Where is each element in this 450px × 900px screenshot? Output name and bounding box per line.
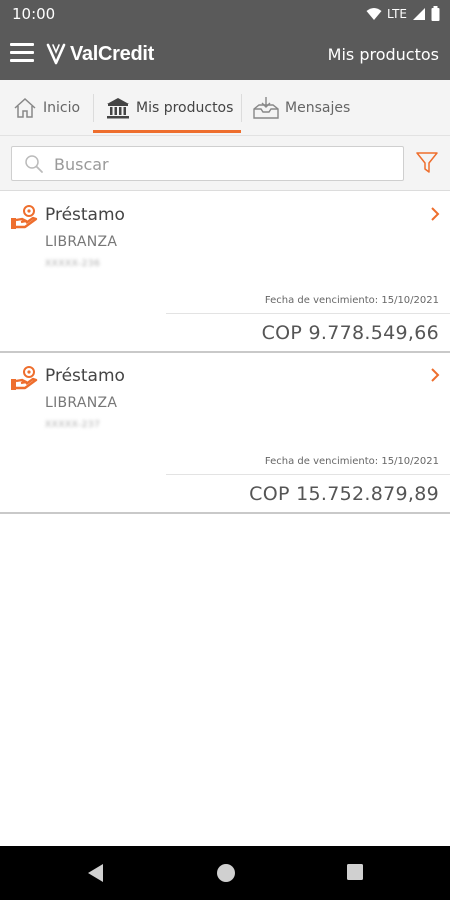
search-icon (25, 155, 43, 173)
inbox-icon (253, 97, 279, 119)
search-row (0, 136, 450, 191)
tab-bar: Inicio Mis productos Mensajes (0, 80, 450, 136)
tab-inicio[interactable]: Inicio (13, 80, 80, 136)
recents-icon[interactable] (346, 863, 364, 881)
menu-button[interactable] (10, 43, 36, 67)
card-divider (166, 313, 450, 314)
tab-mensajes-label: Mensajes (285, 100, 351, 116)
product-card[interactable]: Préstamo LIBRANZA XXXXX-236 Fecha de ven… (0, 192, 450, 353)
signal-icon (413, 7, 425, 20)
product-amount: COP 9.778.549,66 (261, 322, 439, 344)
filter-icon[interactable] (416, 152, 438, 174)
product-account-number: XXXXX-237 (45, 420, 101, 430)
bank-icon (107, 98, 129, 119)
product-title: Préstamo (45, 366, 125, 386)
product-subtitle: LIBRANZA (45, 234, 118, 250)
card-divider (166, 474, 450, 475)
system-nav-bar (0, 846, 450, 900)
chevron-right-icon (431, 207, 440, 221)
tab-inicio-label: Inicio (43, 100, 81, 116)
tab-mensajes[interactable]: Mensajes (253, 80, 350, 136)
due-date: Fecha de vencimiento: 15/10/2021 (264, 295, 439, 306)
valcredit-logo-icon (46, 43, 66, 65)
network-type: LTE (387, 6, 407, 21)
tab-mis-productos[interactable]: Mis productos (106, 80, 233, 136)
wifi-icon (366, 7, 382, 20)
page-title: Mis productos (327, 45, 439, 64)
home-icon (14, 97, 36, 118)
due-date: Fecha de vencimiento: 15/10/2021 (264, 456, 439, 467)
active-tab-indicator (93, 130, 241, 133)
chevron-right-icon (431, 368, 440, 382)
search-input[interactable] (54, 150, 394, 178)
status-time: 10:00 (12, 5, 56, 23)
brand-name: ValCredit (70, 42, 154, 65)
search-box (11, 146, 404, 181)
app-bar: ValCredit Mis productos (0, 30, 450, 80)
product-card[interactable]: Préstamo LIBRANZA XXXXX-237 Fecha de ven… (0, 353, 450, 514)
product-title: Préstamo (45, 205, 125, 225)
product-account-number: XXXXX-236 (45, 259, 101, 269)
tab-divider (241, 94, 242, 122)
product-subtitle: LIBRANZA (45, 395, 118, 411)
hamburger-icon (10, 43, 34, 46)
loan-icon (11, 205, 38, 229)
back-icon[interactable] (87, 863, 105, 883)
home-button-icon[interactable] (216, 863, 236, 883)
brand-logo: ValCredit (46, 40, 154, 68)
loan-icon (11, 366, 38, 390)
tab-mis-productos-label: Mis productos (136, 100, 234, 116)
battery-icon (431, 6, 440, 21)
status-bar: 10:00 LTE (0, 0, 450, 30)
status-icons: LTE (366, 6, 440, 21)
tab-divider (93, 94, 94, 122)
product-amount: COP 15.752.879,89 (249, 483, 439, 505)
